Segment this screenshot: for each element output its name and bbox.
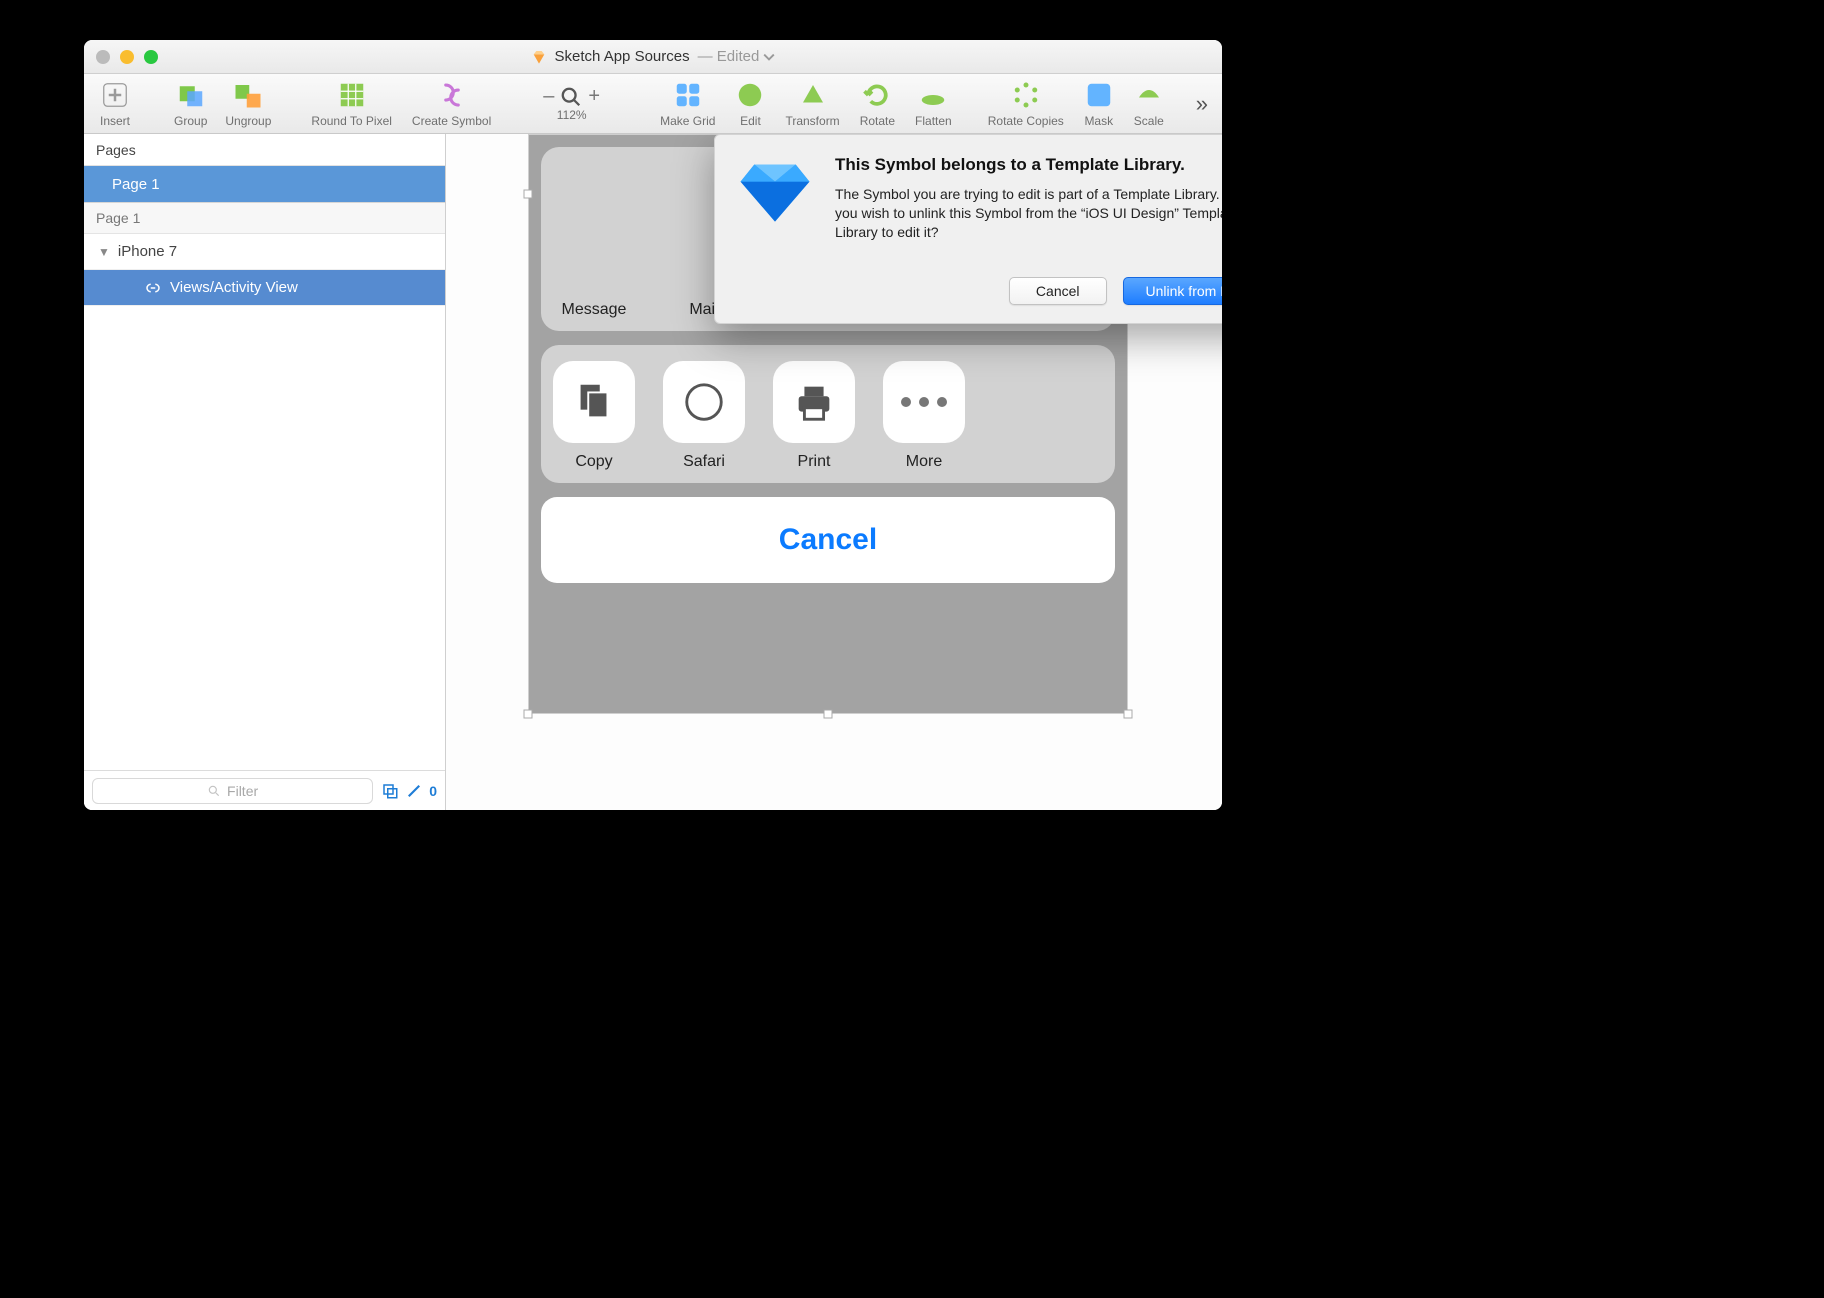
toolbar: Insert Group Ungroup Round To Pixel Crea… — [84, 74, 1222, 134]
filter-count: 0 — [429, 783, 437, 799]
label: Flatten — [915, 114, 952, 128]
round-to-pixel-button[interactable]: Round To Pixel — [303, 80, 400, 128]
rotate-copies-button[interactable]: Rotate Copies — [980, 80, 1072, 128]
label: Make Grid — [660, 114, 715, 128]
dialog-body: The Symbol you are trying to edit is par… — [835, 185, 1222, 242]
share-label: More — [906, 453, 942, 471]
mask-button[interactable]: Mask — [1076, 80, 1122, 128]
edit-button[interactable]: Edit — [727, 80, 773, 128]
label: Transform — [785, 114, 839, 128]
app-window: Sketch App Sources — Edited Insert Group… — [84, 40, 1222, 810]
slice-filter-icon[interactable] — [405, 782, 423, 800]
plus-icon — [100, 80, 130, 110]
edited-indicator[interactable]: — Edited — [698, 48, 776, 65]
close-button[interactable] — [96, 50, 110, 64]
filter-placeholder: Filter — [227, 783, 258, 799]
layers-panel-header: Page 1 — [84, 202, 445, 234]
list-item: Copy — [553, 361, 635, 471]
label: Group — [174, 114, 207, 128]
transform-button[interactable]: Transform — [777, 80, 847, 128]
zoom-control[interactable]: – + 112% — [529, 85, 614, 122]
label: Create Symbol — [412, 114, 491, 128]
list-item: Safari — [663, 361, 745, 471]
pixel-grid-icon — [337, 80, 367, 110]
rotate-copies-icon — [1011, 80, 1041, 110]
label: Mask — [1084, 114, 1113, 128]
more-icon — [883, 361, 965, 443]
window-title: Sketch App Sources — [555, 48, 690, 65]
label: Rotate — [860, 114, 895, 128]
mask-icon — [1084, 80, 1114, 110]
activity-cancel-button: Cancel — [541, 497, 1115, 583]
insert-label: Insert — [100, 114, 130, 128]
fullscreen-button[interactable] — [144, 50, 158, 64]
dialog-heading: This Symbol belongs to a Template Librar… — [835, 155, 1222, 175]
filter-input[interactable]: Filter — [92, 778, 373, 804]
zoom-in-icon[interactable]: + — [588, 85, 600, 108]
layer-label: Views/Activity View — [170, 279, 298, 296]
chevron-down-icon[interactable]: ▼ — [98, 245, 110, 259]
unlink-symbol-dialog: This Symbol belongs to a Template Librar… — [714, 134, 1222, 324]
selection-handle[interactable] — [524, 190, 533, 199]
copy-icon — [553, 361, 635, 443]
symbol-icon — [437, 80, 467, 110]
insert-button[interactable]: Insert — [92, 80, 138, 128]
ungroup-button[interactable]: Ungroup — [217, 80, 279, 128]
rotate-icon — [862, 80, 892, 110]
group-icon — [176, 80, 206, 110]
safari-icon — [663, 361, 745, 443]
sketch-app-icon — [735, 155, 815, 225]
pages-panel-header: Pages — [84, 134, 445, 166]
grid-icon — [673, 80, 703, 110]
search-icon — [207, 784, 221, 798]
canvas[interactable]: Susie's iPhone 6 Plus Message Mail — [446, 134, 1222, 810]
group-button[interactable]: Group — [166, 80, 215, 128]
layer-label: iPhone 7 — [118, 243, 177, 260]
scale-icon — [1134, 80, 1164, 110]
sidebar: Pages Page 1 Page 1 ▼ iPhone 7 Views/Act… — [84, 134, 446, 810]
flatten-button[interactable]: Flatten — [907, 80, 960, 128]
make-grid-button[interactable]: Make Grid — [652, 80, 723, 128]
print-icon — [773, 361, 855, 443]
create-symbol-button[interactable]: Create Symbol — [404, 80, 499, 128]
selection-handle[interactable] — [524, 710, 533, 719]
document-icon — [531, 49, 547, 65]
magnifier-icon — [560, 86, 582, 108]
selection-handle[interactable] — [824, 710, 833, 719]
share-label: Message — [562, 301, 627, 319]
traffic-lights — [96, 40, 158, 74]
layer-artboard-iphone7[interactable]: ▼ iPhone 7 — [84, 234, 445, 270]
toolbar-overflow[interactable]: » — [1196, 91, 1208, 117]
rotate-button[interactable]: Rotate — [852, 80, 903, 128]
artboard-filter-icon[interactable] — [381, 782, 399, 800]
transform-icon — [798, 80, 828, 110]
zoom-out-icon[interactable]: – — [543, 85, 554, 108]
minimize-button[interactable] — [120, 50, 134, 64]
chevron-down-icon — [763, 51, 775, 63]
cancel-button[interactable]: Cancel — [1009, 277, 1107, 305]
share-label: Print — [798, 453, 831, 471]
share-label: Copy — [575, 453, 612, 471]
page-item[interactable]: Page 1 — [84, 166, 445, 202]
list-item: Print — [773, 361, 855, 471]
label: Rotate Copies — [988, 114, 1064, 128]
zoom-value: 112% — [557, 108, 587, 122]
edit-icon — [735, 80, 765, 110]
unlink-from-library-button[interactable]: Unlink from Library — [1123, 277, 1222, 305]
label: Ungroup — [225, 114, 271, 128]
selection-handle[interactable] — [1124, 710, 1133, 719]
ungroup-icon — [233, 80, 263, 110]
label: Scale — [1134, 114, 1164, 128]
share-label: Safari — [683, 453, 725, 471]
titlebar: Sketch App Sources — Edited — [84, 40, 1222, 74]
layer-symbol-activity-view[interactable]: Views/Activity View — [84, 270, 445, 306]
flatten-icon — [918, 80, 948, 110]
scale-button[interactable]: Scale — [1126, 80, 1172, 128]
label: Round To Pixel — [311, 114, 392, 128]
label: Edit — [740, 114, 761, 128]
list-item: Message — [553, 209, 635, 319]
symbol-link-icon — [144, 279, 162, 297]
list-item: More — [883, 361, 965, 471]
